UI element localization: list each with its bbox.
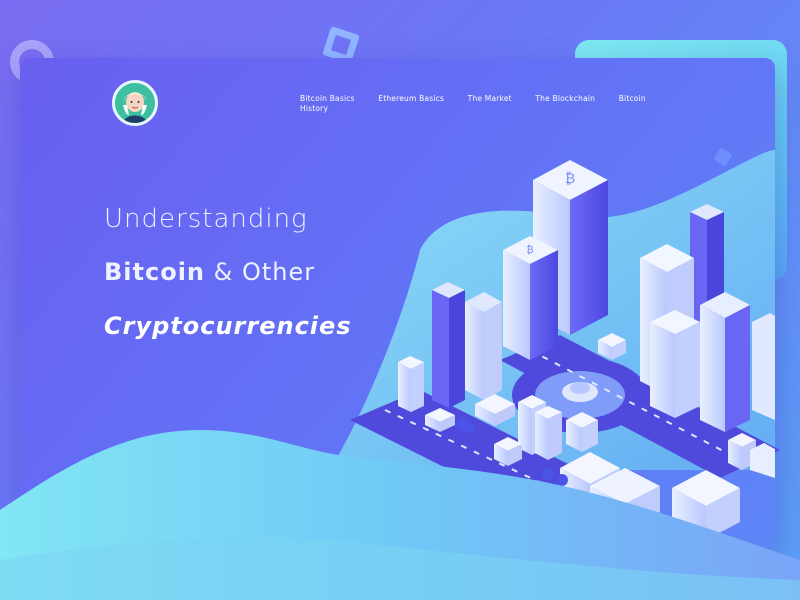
avatar-portrait-icon: [115, 83, 155, 123]
logo-avatar[interactable]: [112, 80, 158, 126]
hero-heading-other: & Other: [205, 258, 316, 286]
hero-heading-line1: Understanding: [104, 204, 308, 234]
hero-heading-line3: Cryptocurrencies: [104, 312, 352, 340]
hero-heading-line2: Bitcoin & Other: [104, 258, 315, 286]
svg-text:₿: ₿: [526, 244, 533, 256]
top-navigation: Bitcoin Basics Ethereum Basics The Marke…: [300, 94, 660, 114]
nav-item-bitcoin[interactable]: Bitcoin: [619, 94, 646, 103]
nav-item-the-blockchain[interactable]: The Blockchain: [535, 94, 595, 103]
hero-heading-bitcoin: Bitcoin: [104, 258, 206, 286]
nav-item-ethereum-basics[interactable]: Ethereum Basics: [378, 94, 444, 103]
nav-item-history[interactable]: History: [300, 104, 328, 113]
nav-item-the-market[interactable]: The Market: [468, 94, 512, 103]
nav-item-bitcoin-basics[interactable]: Bitcoin Basics: [300, 94, 355, 103]
svg-text:₿: ₿: [565, 171, 575, 187]
